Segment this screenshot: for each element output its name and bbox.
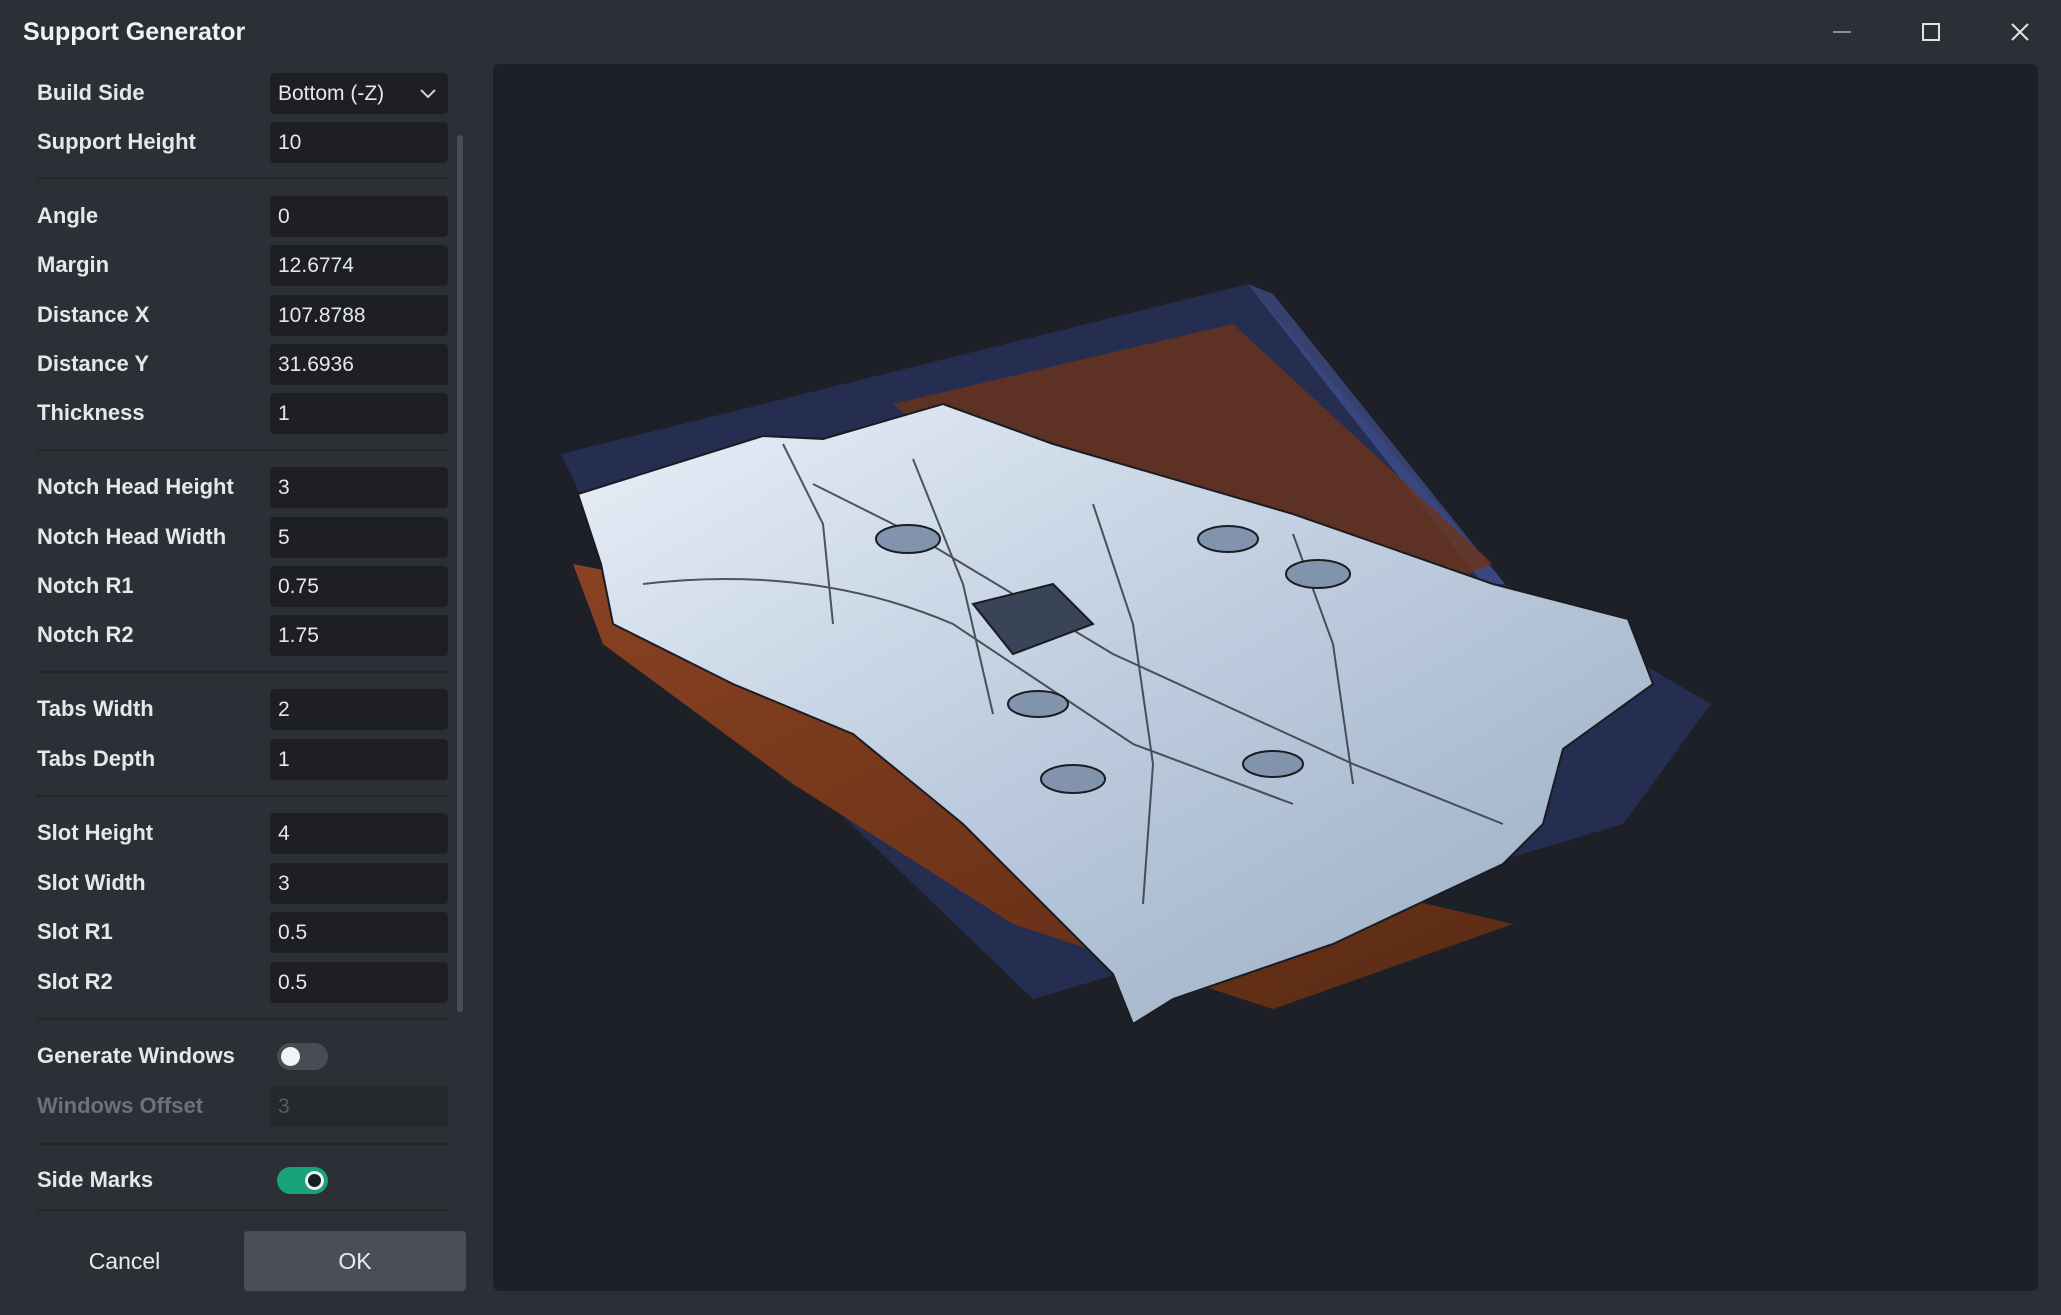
close-button[interactable] (1993, 10, 2047, 54)
margin-row: Margin 12.6774 (37, 243, 448, 287)
margin-label: Margin (37, 252, 110, 277)
generate-windows-label: Generate Windows (37, 1043, 235, 1068)
generate-windows-toggle[interactable] (277, 1043, 328, 1070)
slot-r2-label: Slot R2 (37, 969, 113, 994)
margin-input[interactable]: 12.6774 (270, 245, 448, 286)
section-divider (37, 795, 447, 797)
notch-head-width-input[interactable]: 5 (270, 517, 448, 558)
distance-x-input[interactable]: 107.8788 (270, 295, 448, 336)
section-divider (37, 1209, 447, 1211)
slot-width-label: Slot Width (37, 870, 146, 895)
section-divider (37, 671, 447, 673)
notch-head-height-label: Notch Head Height (37, 474, 234, 499)
maximize-button[interactable] (1904, 10, 1958, 54)
slot-r2-input[interactable]: 0.5 (270, 962, 448, 1003)
minimize-icon (1833, 31, 1851, 33)
cancel-button[interactable]: Cancel (37, 1231, 212, 1291)
tabs-width-row: Tabs Width 2 (37, 687, 448, 731)
angle-label: Angle (37, 203, 99, 228)
thickness-row: Thickness 1 (37, 391, 448, 435)
build-side-dropdown[interactable]: Bottom (-Z) (270, 73, 448, 114)
tabs-width-input[interactable]: 2 (270, 689, 448, 730)
slot-height-row: Slot Height 4 (37, 811, 448, 855)
3d-viewport[interactable] (493, 64, 2038, 1291)
section-divider (37, 1143, 447, 1145)
section-divider (37, 177, 447, 179)
section-divider (37, 449, 447, 451)
windows-offset-row: Windows Offset 3 (37, 1084, 448, 1128)
ok-button[interactable]: OK (244, 1231, 466, 1291)
distance-y-input[interactable]: 31.6936 (270, 344, 448, 385)
slot-width-row: Slot Width 3 (37, 861, 448, 905)
notch-head-width-row: Notch Head Width 5 (37, 515, 448, 559)
slot-height-input[interactable]: 4 (270, 813, 448, 854)
part-model-render (561, 284, 1711, 1026)
support-height-label: Support Height (37, 129, 196, 154)
slot-r2-row: Slot R2 0.5 (37, 960, 448, 1004)
thickness-label: Thickness (37, 400, 145, 425)
notch-head-height-row: Notch Head Height 3 (37, 465, 448, 509)
slot-r1-input[interactable]: 0.5 (270, 912, 448, 953)
slot-r1-label: Slot R1 (37, 919, 113, 944)
toggle-knob (305, 1171, 324, 1190)
notch-r2-row: Notch R2 1.75 (37, 613, 448, 657)
notch-r1-row: Notch R1 0.75 (37, 564, 448, 608)
build-side-value: Bottom (-Z) (278, 82, 385, 105)
windows-offset-label: Windows Offset (37, 1093, 204, 1118)
minimize-button[interactable] (1815, 10, 1869, 54)
side-marks-row: Side Marks (37, 1158, 447, 1202)
parameters-panel: Build Side Bottom (-Z) Support Height 10… (0, 64, 480, 1315)
slot-r1-row: Slot R1 0.5 (37, 910, 448, 954)
slot-height-label: Slot Height (37, 820, 154, 845)
section-divider (37, 1018, 447, 1020)
thickness-input[interactable]: 1 (270, 393, 448, 434)
slot-width-input[interactable]: 3 (270, 863, 448, 904)
build-side-row: Build Side Bottom (-Z) (37, 71, 448, 115)
distance-y-label: Distance Y (37, 351, 150, 376)
window-title: Support Generator (23, 18, 246, 46)
chevron-down-icon (420, 89, 436, 99)
panel-scrollbar[interactable] (457, 135, 463, 1012)
maximize-icon (1922, 23, 1940, 41)
notch-r1-input[interactable]: 0.75 (270, 566, 448, 607)
distance-x-row: Distance X 107.8788 (37, 293, 448, 337)
tabs-depth-row: Tabs Depth 1 (37, 737, 448, 781)
notch-r2-label: Notch R2 (37, 622, 134, 647)
side-marks-label: Side Marks (37, 1167, 154, 1192)
tabs-width-label: Tabs Width (37, 696, 154, 721)
title-bar: Support Generator (0, 0, 2061, 64)
distance-x-label: Distance X (37, 302, 150, 327)
notch-head-width-label: Notch Head Width (37, 524, 227, 549)
distance-y-row: Distance Y 31.6936 (37, 342, 448, 386)
angle-input[interactable]: 0 (270, 196, 448, 237)
build-side-label: Build Side (37, 80, 145, 105)
tabs-depth-label: Tabs Depth (37, 746, 156, 771)
generate-windows-row: Generate Windows (37, 1034, 447, 1078)
tabs-depth-input[interactable]: 1 (270, 739, 448, 780)
angle-row: Angle 0 (37, 194, 448, 238)
support-height-row: Support Height 10 (37, 120, 448, 164)
close-icon (2011, 23, 2029, 41)
side-marks-toggle[interactable] (277, 1167, 328, 1194)
notch-r2-input[interactable]: 1.75 (270, 615, 448, 656)
windows-offset-input: 3 (270, 1086, 448, 1127)
notch-head-height-input[interactable]: 3 (270, 467, 448, 508)
notch-r1-label: Notch R1 (37, 573, 134, 598)
support-height-input[interactable]: 10 (270, 122, 448, 163)
toggle-knob (281, 1047, 300, 1066)
